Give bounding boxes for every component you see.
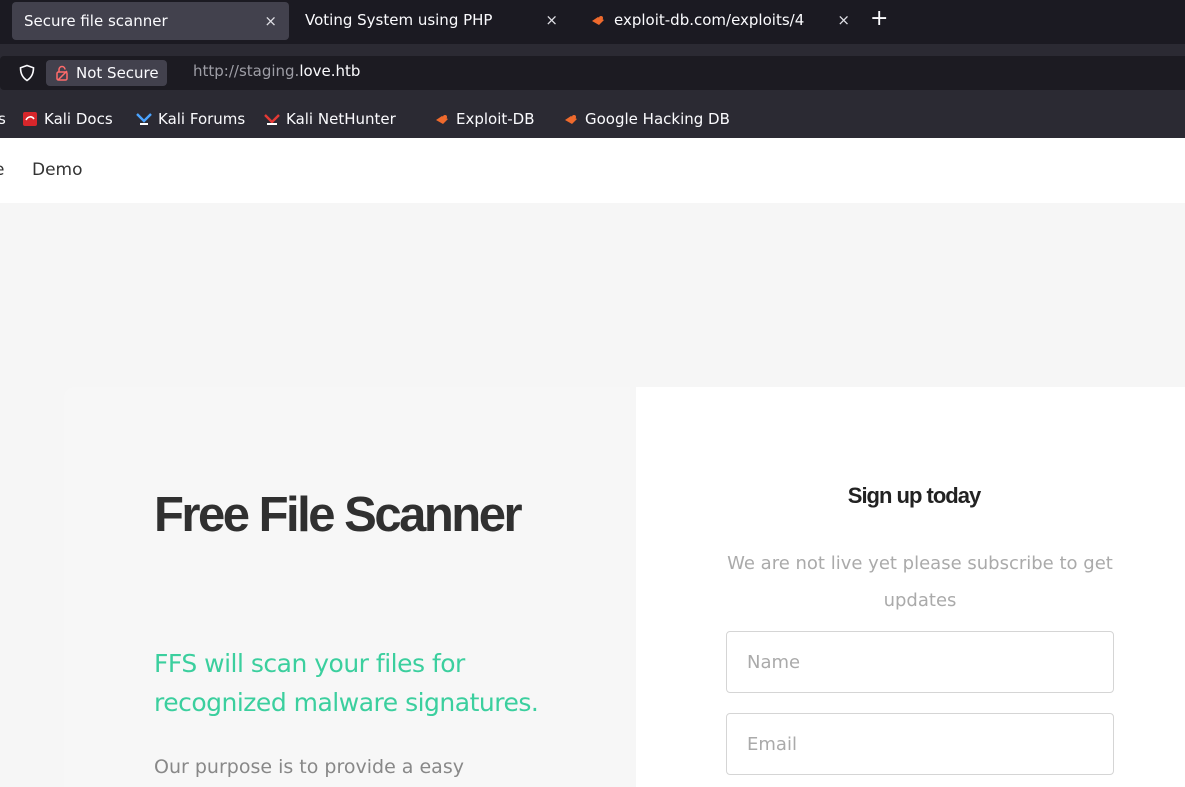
bookmark-truncated[interactable]: s [0,110,6,128]
exploit-db-icon [563,111,579,127]
nav-link-demo[interactable]: Demo [32,160,83,180]
signup-title: Sign up today [847,483,981,508]
url-host: love.htb [299,62,361,80]
navigation-toolbar: Not Secure http://staging.love.htb [0,44,1185,102]
bookmark-kali-docs[interactable]: Kali Docs [22,110,113,128]
bookmark-label: Kali NetHunter [286,110,396,128]
bookmark-label: Exploit-DB [456,110,535,128]
bookmark-label: Kali Forums [158,110,246,128]
tab-voting-system[interactable]: Voting System using PHP × [293,0,570,40]
url-text[interactable]: http://staging.love.htb [193,62,360,80]
bookmark-kali-nethunter[interactable]: Kali NetHunter [264,110,396,128]
bookmark-exploit-db[interactable]: Exploit-DB [434,110,535,128]
name-field[interactable] [726,631,1114,693]
nav-link-truncated[interactable]: e [0,160,4,180]
new-tab-button[interactable]: + [870,6,888,31]
url-bar[interactable]: Not Secure http://staging.love.htb [0,56,1185,90]
bookmark-google-hacking-db[interactable]: Google Hacking DB [563,110,730,128]
hero-body-text: Our purpose is to provide a easy [154,756,464,778]
bookmarks-toolbar: s Kali Docs Kali Forums Kali NetHunter E… [0,102,1185,138]
email-field[interactable] [726,713,1114,775]
kali-nethunter-icon [264,111,280,127]
tab-secure-file-scanner[interactable]: Secure file scanner × [12,2,289,40]
tab-exploit-db[interactable]: exploit-db.com/exploits/4 × [578,0,862,40]
tab-close-icon[interactable]: × [837,11,850,29]
bookmark-kali-forums[interactable]: Kali Forums [136,110,245,128]
kali-docs-icon [22,111,38,127]
hero-card [64,387,630,787]
tracking-protection-shield-icon[interactable] [18,64,36,82]
tab-close-icon[interactable]: × [264,12,277,30]
bookmark-label: Kali Docs [44,110,113,128]
not-secure-label: Not Secure [76,64,159,82]
tab-title: Secure file scanner [24,12,168,30]
signup-description: We are not live yet please subscribe to … [727,553,1113,611]
exploit-db-icon [590,12,606,28]
tab-title: exploit-db.com/exploits/4 [614,11,805,29]
hero-subtitle: FFS will scan your files for recognized … [154,649,539,717]
tab-strip: Secure file scanner × Voting System usin… [0,0,1185,44]
site-security-indicator[interactable]: Not Secure [46,60,167,86]
url-prefix: http://staging. [193,62,300,80]
tab-close-icon[interactable]: × [545,11,558,29]
kali-forums-icon [136,111,152,127]
tab-title: Voting System using PHP [305,11,493,29]
exploit-db-icon [434,111,450,127]
insecure-lock-icon [56,65,68,81]
hero-title: Free File Scanner [154,488,523,542]
bookmark-label: Google Hacking DB [585,110,730,128]
site-navbar: e Demo [0,138,1185,203]
